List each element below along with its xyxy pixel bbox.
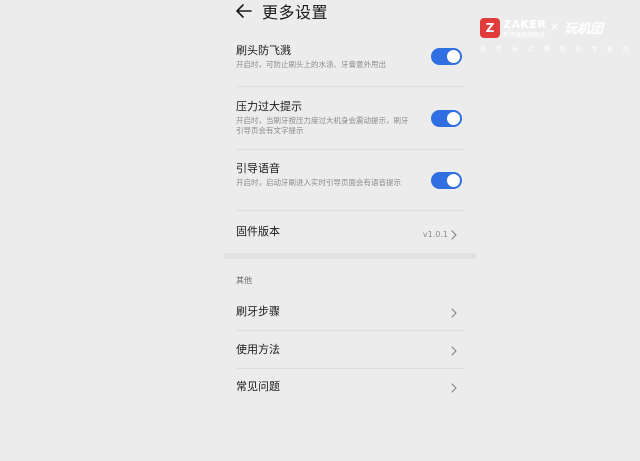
chevron-right-icon [451, 308, 457, 318]
chevron-right-icon [451, 230, 457, 240]
divider [236, 86, 464, 87]
divider [236, 210, 464, 211]
watermark: Z ZAKER 新传媒旗舰频道 × 玩机团 信 传 天 上 事 就 问 专 家 … [480, 18, 630, 56]
section-separator [224, 253, 476, 259]
firmware-version: v1.0.1 [422, 230, 448, 239]
chevron-right-icon [451, 346, 457, 356]
divider [236, 330, 464, 331]
divider [236, 149, 464, 150]
pressure-alert-toggle[interactable] [431, 110, 462, 127]
watermark-separator: × [550, 20, 560, 33]
firmware-row[interactable]: 固件版本 v1.0.1 [236, 225, 464, 245]
list-item-label: 常见问题 [236, 380, 280, 393]
list-item-usage[interactable]: 使用方法 [236, 343, 464, 359]
list-item-brushing-steps[interactable]: 刷牙步骤 [236, 305, 464, 321]
setting-description: 开启时，可防止刷头上的水渍、牙膏意外甩出 [236, 60, 386, 69]
section-label-other: 其他 [236, 276, 252, 285]
chevron-right-icon [451, 383, 457, 393]
setting-title: 压力过大提示 [236, 100, 302, 113]
settings-panel: 更多设置 刷头防飞溅 开启时，可防止刷头上的水渍、牙膏意外甩出 压力过大提示 开… [224, 0, 476, 461]
setting-row-pressure-alert: 压力过大提示 开启时，当刷牙按压力度过大机身会震动提示，刷牙引导页会有文字提示 [236, 100, 464, 136]
setting-description: 开启时，启动牙刷进入实时引导页面会有语音提示 [236, 178, 401, 187]
setting-title: 刷头防飞溅 [236, 44, 291, 57]
watermark-brand-sub: 新传媒旗舰频道 [503, 32, 546, 39]
back-arrow-icon[interactable] [234, 1, 254, 21]
list-item-faq[interactable]: 常见问题 [236, 380, 464, 396]
list-item-label: 使用方法 [236, 343, 280, 356]
page-title: 更多设置 [262, 3, 329, 22]
setting-title: 引导语音 [236, 162, 280, 175]
setting-description: 开启时，当刷牙按压力度过大机身会震动提示，刷牙引导页会有文字提示 [236, 116, 409, 135]
zaker-logo-letter: Z [485, 21, 495, 35]
list-item-label: 刷牙步骤 [236, 305, 280, 318]
watermark-partner: 玩机团 [564, 22, 604, 37]
page-header: 更多设置 [234, 0, 328, 22]
watermark-tagline: 信 传 天 上 事 就 问 专 家 团 [480, 46, 634, 53]
splash-guard-toggle[interactable] [431, 48, 462, 65]
setting-row-splash-guard: 刷头防飞溅 开启时，可防止刷头上的水渍、牙膏意外甩出 [236, 44, 464, 70]
divider [236, 368, 464, 369]
voice-guide-toggle[interactable] [431, 172, 462, 189]
setting-row-voice-guide: 引导语音 开启时，启动牙刷进入实时引导页面会有语音提示 [236, 162, 464, 189]
